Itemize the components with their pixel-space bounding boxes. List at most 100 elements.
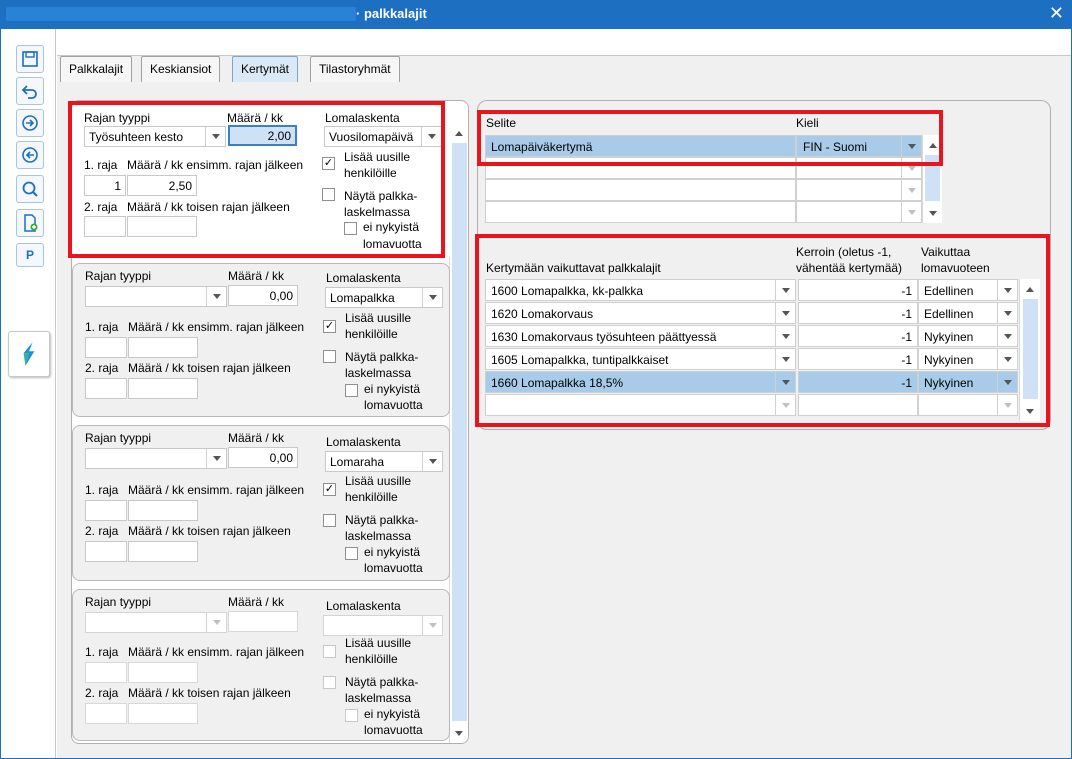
lisaa-uusille-checkbox[interactable] xyxy=(323,645,336,658)
lomalaskenta-select[interactable] xyxy=(323,615,443,636)
raja2-input[interactable] xyxy=(84,216,126,237)
ei-nykyista-checkbox[interactable] xyxy=(345,547,358,560)
chevron-down-icon xyxy=(422,452,442,471)
vaikuttaa-select[interactable]: Edellinen xyxy=(918,302,1018,324)
scrollbar-thumb[interactable] xyxy=(1023,299,1038,399)
maara-kk-input[interactable] xyxy=(228,611,298,632)
lisaa-uusille-checkbox[interactable]: ✓ xyxy=(323,320,336,333)
kerroin-input[interactable] xyxy=(798,394,918,416)
vaikuttaa-select[interactable]: Nykyinen xyxy=(918,371,1018,393)
scroll-down-icon[interactable] xyxy=(450,725,468,741)
chevron-down-icon xyxy=(775,326,795,346)
selite-cell[interactable] xyxy=(485,179,796,201)
scroll-up-icon[interactable] xyxy=(1021,281,1039,297)
maara2-input[interactable] xyxy=(128,378,198,399)
undo-icon[interactable] xyxy=(16,77,44,105)
ei-nykyista-checkbox[interactable] xyxy=(345,384,358,397)
raja1-input[interactable] xyxy=(85,337,127,358)
forward-icon[interactable] xyxy=(16,109,44,137)
p-button[interactable]: P xyxy=(16,243,44,267)
raja2-input[interactable] xyxy=(85,703,127,724)
palkkalaji-select[interactable]: 1600 Lomapalkka, kk-palkka xyxy=(485,279,796,301)
maara2-input[interactable] xyxy=(128,703,198,724)
kerroin-input[interactable]: -1 xyxy=(798,325,918,347)
kieli-select[interactable] xyxy=(796,157,922,179)
raja2-input[interactable] xyxy=(85,541,127,562)
kerroin-header-2: vähentää kertymää) xyxy=(796,261,903,275)
maara1-input[interactable] xyxy=(128,500,198,521)
vaikuttaa-select[interactable]: Nykyinen xyxy=(918,325,1018,347)
palkkalaji-select[interactable]: 1660 Lomapalkka 18,5% xyxy=(485,371,796,393)
raja2-input[interactable] xyxy=(85,378,127,399)
kieli-select[interactable]: FIN - Suomi xyxy=(796,135,922,157)
nayta-palkka-checkbox[interactable] xyxy=(323,514,336,527)
lisaa-uusille-checkbox[interactable]: ✓ xyxy=(323,483,336,496)
selite-cell[interactable] xyxy=(485,157,796,179)
raja1-input[interactable] xyxy=(85,500,127,521)
ei-nykyista-checkbox[interactable] xyxy=(344,222,357,235)
tab-tilastoryhmat[interactable]: Tilastoryhmät xyxy=(310,56,400,82)
maara2-input[interactable] xyxy=(128,541,198,562)
lomalaskenta-select[interactable]: Vuosilomapäivä xyxy=(324,126,442,147)
app-logo-icon[interactable] xyxy=(8,331,50,377)
vaikuttaa-select[interactable]: Nykyinen xyxy=(918,348,1018,370)
palkkalaji-select[interactable]: 1620 Lomakorvaus xyxy=(485,302,796,324)
nayta-palkka-checkbox[interactable] xyxy=(323,350,336,363)
nayta-palkka-checkbox[interactable] xyxy=(322,188,335,201)
palkkalaji-select[interactable]: 1630 Lomakorvaus työsuhteen päättyessä xyxy=(485,325,796,347)
tab-palkkalajit[interactable]: Palkkalajit xyxy=(60,56,133,82)
kerroin-input[interactable]: -1 xyxy=(798,371,918,393)
scroll-down-icon[interactable] xyxy=(1021,403,1039,419)
maara1-input[interactable] xyxy=(128,337,198,358)
ei-nykyista-checkbox[interactable] xyxy=(345,709,358,722)
chevron-down-icon xyxy=(997,280,1017,300)
rajan-tyyppi-select[interactable] xyxy=(85,448,227,469)
palkkalaji-select[interactable]: 1605 Lomapalkka, tuntipalkkaiset xyxy=(485,348,796,370)
raja1-input[interactable]: 1 xyxy=(84,175,126,196)
kerroin-input[interactable]: -1 xyxy=(798,302,918,324)
vaikuttaa-select[interactable] xyxy=(918,394,1018,416)
scroll-down-icon[interactable] xyxy=(924,205,942,221)
close-icon[interactable]: ✕ xyxy=(1049,3,1064,24)
scroll-up-icon[interactable] xyxy=(450,125,468,141)
back-icon[interactable] xyxy=(16,141,44,169)
maara1-input[interactable]: 2,50 xyxy=(127,175,197,196)
henkiloille-label: henkilöille xyxy=(345,327,398,341)
maara-kk-input[interactable]: 0,00 xyxy=(228,285,298,306)
vaikuttaa-header: Vaikuttaa xyxy=(921,245,971,259)
kerroin-input[interactable]: -1 xyxy=(798,279,918,301)
tab-kertymat[interactable]: Kertymät xyxy=(232,56,299,82)
nayta-palkka-label: Näytä palkka- xyxy=(344,189,418,203)
raja1-input[interactable] xyxy=(85,662,127,683)
limits-scrollbar[interactable] xyxy=(449,123,468,743)
rajan-tyyppi-select[interactable] xyxy=(85,286,227,307)
maara-kk-input[interactable]: 2,00 xyxy=(228,125,297,146)
kieli-select[interactable] xyxy=(796,179,922,201)
vaikuttaa-select[interactable]: Edellinen xyxy=(918,279,1018,301)
kertyma-scrollbar[interactable] xyxy=(1019,279,1040,421)
lisaa-uusille-checkbox[interactable]: ✓ xyxy=(322,157,335,170)
selite-scrollbar[interactable] xyxy=(922,135,942,223)
maara-kk-input[interactable]: 0,00 xyxy=(228,447,298,468)
new-document-icon[interactable] xyxy=(16,209,44,237)
lisaa-uusille-label: Lisää uusille xyxy=(344,150,411,164)
save-icon[interactable] xyxy=(16,45,44,73)
scrollbar-thumb[interactable] xyxy=(452,143,467,721)
scroll-up-icon[interactable] xyxy=(924,137,942,153)
rajan-tyyppi-select[interactable] xyxy=(85,612,227,633)
kerroin-input[interactable]: -1 xyxy=(798,348,918,370)
nayta-palkka-checkbox[interactable] xyxy=(323,676,336,689)
maara2-input[interactable] xyxy=(127,216,197,237)
selite-cell[interactable]: Lomapäiväkertymä xyxy=(485,135,796,157)
selite-cell[interactable] xyxy=(485,201,796,223)
lomalaskenta-select[interactable]: Lomapalkka xyxy=(325,287,443,308)
ei-nykyista-label: ei nykyistä xyxy=(363,220,420,234)
scrollbar-thumb[interactable] xyxy=(925,155,940,201)
kieli-select[interactable] xyxy=(796,201,922,223)
search-icon[interactable] xyxy=(16,175,44,203)
tab-keskiansiot[interactable]: Keskiansiot xyxy=(141,56,221,82)
lomalaskenta-select[interactable]: Lomaraha xyxy=(325,451,443,472)
palkkalaji-select[interactable] xyxy=(485,394,796,416)
maara1-input[interactable] xyxy=(128,662,198,683)
rajan-tyyppi-select[interactable]: Työsuhteen kesto xyxy=(84,126,226,147)
